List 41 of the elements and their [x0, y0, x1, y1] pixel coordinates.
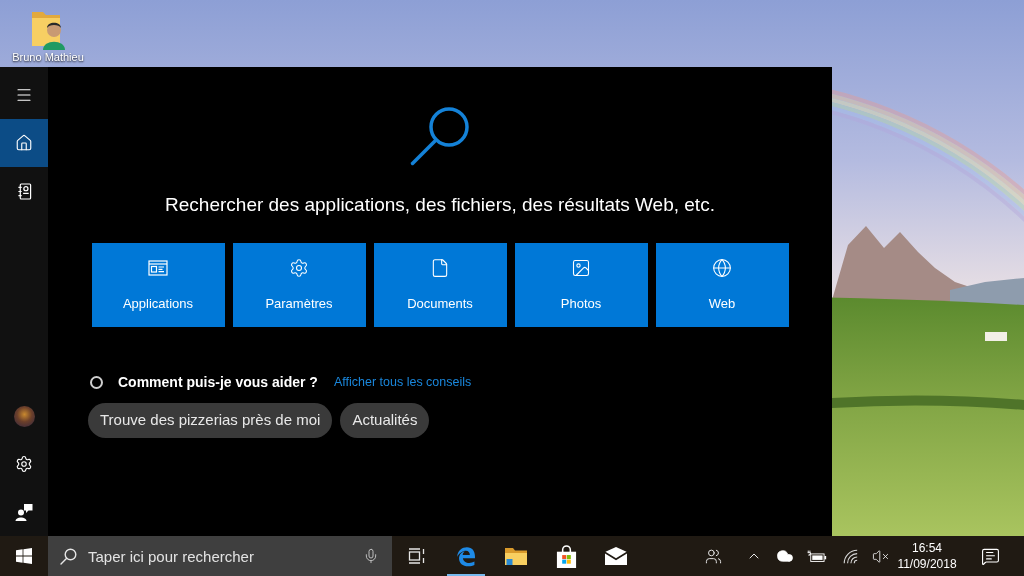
- envelope-icon: [604, 547, 628, 565]
- suggestion-button[interactable]: Actualités: [340, 403, 430, 438]
- folder-icon: [504, 546, 528, 566]
- category-tile[interactable]: Paramètres: [232, 243, 366, 327]
- people-icon: [704, 547, 722, 565]
- category-tile[interactable]: Web: [655, 243, 789, 327]
- category-tile[interactable]: Applications: [91, 243, 225, 327]
- person-speech-bubble-icon: [15, 503, 33, 521]
- help-heading: Comment puis-je vous aider ?: [118, 372, 318, 392]
- avatar-icon: [13, 405, 35, 427]
- category-tile[interactable]: Documents: [373, 243, 507, 327]
- microphone-icon[interactable]: [363, 547, 379, 565]
- shopping-bag-icon: [554, 544, 578, 568]
- settings-icon: [15, 455, 33, 473]
- wifi-icon: [842, 548, 858, 564]
- home-button[interactable]: [0, 119, 48, 167]
- e-logo-icon: [455, 545, 477, 567]
- ring-icon: [90, 375, 103, 389]
- search-input[interactable]: Taper ici pour rechercher: [88, 544, 363, 568]
- menu-icon: [15, 86, 33, 104]
- gear-icon: [289, 258, 309, 278]
- globe-icon: [712, 258, 732, 278]
- show-all-tips-link[interactable]: Afficher tous les conseils: [333, 372, 472, 392]
- category-tile[interactable]: Photos: [514, 243, 648, 327]
- notebook-icon: [16, 182, 32, 200]
- taskbar-search-field[interactable]: Taper ici pour rechercher: [48, 536, 392, 576]
- document-icon: [430, 258, 450, 278]
- picture-icon: [571, 258, 591, 278]
- cloud-icon: [776, 547, 794, 565]
- search-icon: [60, 547, 77, 565]
- search-icon: [409, 105, 471, 167]
- desktop-shortcut[interactable]: Bruno Mathieu: [10, 6, 86, 64]
- suggestion-button[interactable]: Trouve des pizzerias près de moi: [88, 403, 333, 438]
- notification-icon: [980, 546, 1000, 566]
- clock-button[interactable]: 16:54 11/09/2018: [895, 536, 959, 576]
- home-icon: [15, 134, 33, 152]
- battery-plug-icon: [807, 550, 827, 562]
- search-prompt-text: Rechercher des applications, des fichiers, des résultats Web, etc.: [165, 193, 715, 216]
- task-view-icon: [407, 548, 426, 564]
- app-window-icon: [148, 260, 168, 276]
- four-pane-window-icon: [16, 548, 32, 564]
